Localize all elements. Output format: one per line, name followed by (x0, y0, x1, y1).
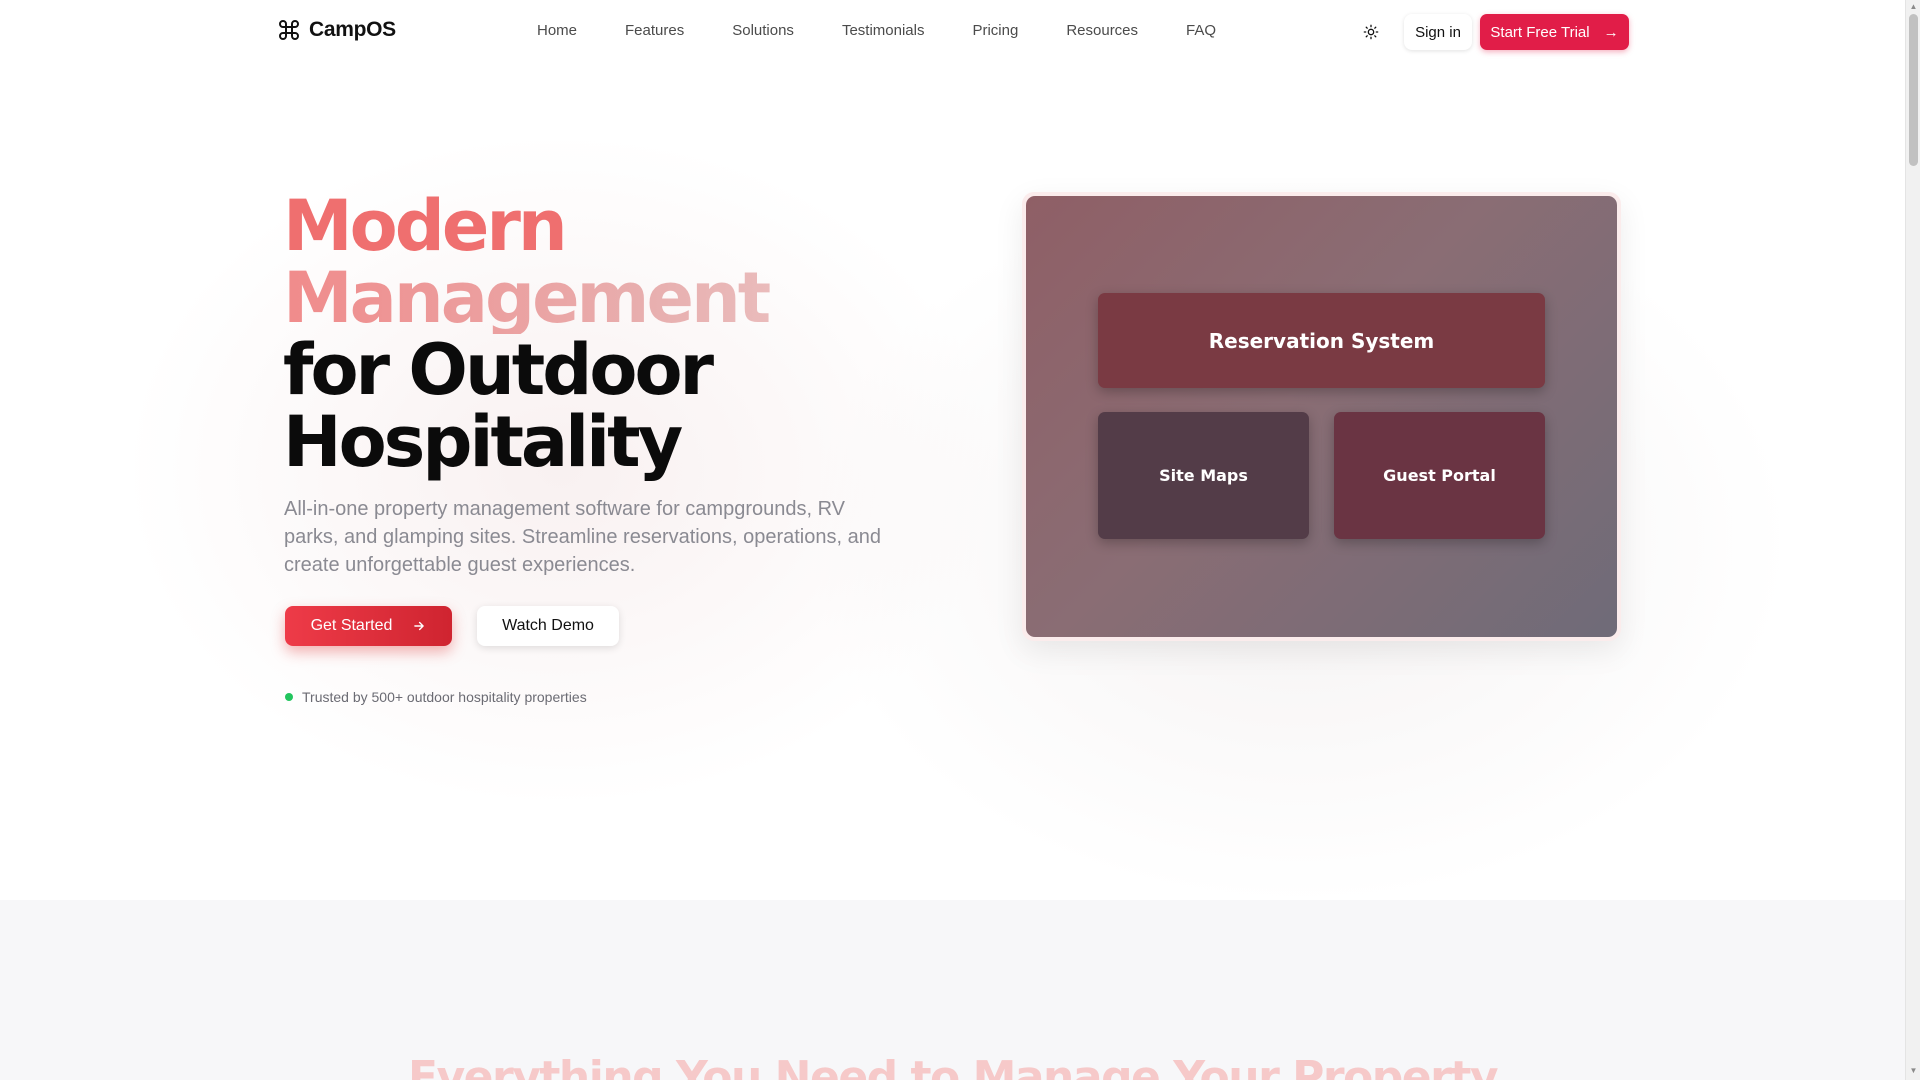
get-started-label: Get Started (310, 617, 393, 634)
scroll-down-icon[interactable]: ▼ (1909, 1066, 1918, 1076)
hero-title: Modern Management for Outdoor Hospitalit… (283, 190, 883, 478)
nav-link-faq[interactable]: FAQ (1186, 22, 1216, 39)
start-free-trial-button[interactable]: Start Free Trial → (1480, 14, 1629, 50)
top-nav: CampOS Home Features Solutions Testimoni… (0, 0, 1905, 64)
arrow-right-icon (414, 621, 425, 631)
nav-link-resources[interactable]: Resources (1066, 22, 1138, 39)
features-section: Everything You Need to Manage Your Prope… (0, 900, 1905, 1080)
brand-logo[interactable]: CampOS (277, 18, 396, 42)
reservation-system-card[interactable]: Reservation System (1098, 293, 1545, 388)
get-started-button[interactable]: Get Started (285, 606, 452, 646)
command-icon (279, 20, 299, 40)
product-preview: Reservation System Site Maps Guest Porta… (1022, 192, 1621, 641)
trust-badge: Trusted by 500+ outdoor hospitality prop… (285, 689, 587, 705)
features-section-title: Everything You Need to Manage Your Prope… (407, 1052, 1499, 1080)
product-preview-panel: Reservation System Site Maps Guest Porta… (1026, 196, 1617, 637)
trust-text: Trusted by 500+ outdoor hospitality prop… (302, 689, 587, 705)
hero-title-line4: Hospitality (283, 401, 683, 483)
scroll-up-icon[interactable]: ▲ (1909, 2, 1918, 12)
hero-title-line3: for Outdoor (283, 329, 714, 411)
guest-portal-card[interactable]: Guest Portal (1334, 412, 1545, 539)
nav-link-pricing[interactable]: Pricing (972, 22, 1018, 39)
sun-icon (1363, 24, 1379, 40)
nav-link-solutions[interactable]: Solutions (732, 22, 794, 39)
page-scrollbar[interactable]: ▲ ▼ (1905, 0, 1920, 1080)
nav-link-features[interactable]: Features (625, 22, 684, 39)
scrollbar-thumb[interactable] (1909, 14, 1918, 166)
watch-demo-button[interactable]: Watch Demo (477, 606, 619, 646)
sign-in-button[interactable]: Sign in (1404, 14, 1472, 50)
nav-link-testimonials[interactable]: Testimonials (842, 22, 925, 39)
page: CampOS Home Features Solutions Testimoni… (0, 0, 1905, 1080)
nav-link-home[interactable]: Home (537, 22, 577, 39)
theme-toggle-button[interactable] (1357, 18, 1385, 46)
status-dot-icon (285, 693, 293, 701)
nav-links: Home Features Solutions Testimonials Pri… (537, 22, 1216, 39)
site-maps-card[interactable]: Site Maps (1098, 412, 1309, 539)
hero-description: All-in-one property management software … (284, 498, 881, 576)
arrow-right-icon: → (1603, 23, 1619, 41)
hero-title-line1: Modern (283, 185, 568, 267)
hero-title-line2: Management (283, 262, 883, 334)
brand-name: CampOS (309, 18, 396, 41)
trial-label: Start Free Trial (1490, 23, 1590, 41)
